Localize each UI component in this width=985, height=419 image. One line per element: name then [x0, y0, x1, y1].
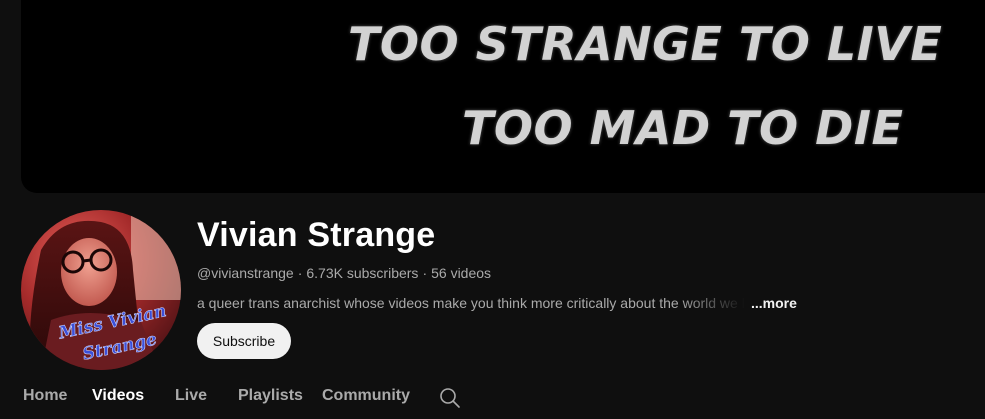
- tab-playlists[interactable]: Playlists: [238, 387, 303, 405]
- banner-text-line-1: TOO STRANGE TO LIVE: [348, 17, 943, 71]
- channel-avatar[interactable]: Miss Vivian Strange: [21, 210, 181, 370]
- avatar-image: Miss Vivian Strange: [21, 210, 181, 370]
- meta-separator: ·: [297, 265, 303, 281]
- channel-page: TOO STRANGE TO LIVE TOO MAD TO DIE Miss …: [0, 0, 985, 419]
- search-icon[interactable]: [439, 387, 461, 409]
- channel-banner: TOO STRANGE TO LIVE TOO MAD TO DIE: [21, 0, 985, 193]
- video-count: 56 videos: [431, 265, 492, 281]
- banner-text-line-2: TOO MAD TO DIE: [462, 101, 904, 155]
- meta-separator: ·: [422, 265, 428, 281]
- channel-meta: @vivianstrange · 6.73K subscribers · 56 vide…: [197, 265, 491, 281]
- tab-home[interactable]: Home: [23, 387, 67, 405]
- channel-description[interactable]: a queer trans anarchist whose videos mak…: [197, 295, 757, 311]
- subscribe-button[interactable]: Subscribe: [197, 323, 291, 359]
- subscriber-count: 6.73K subscribers: [306, 265, 419, 281]
- tab-live[interactable]: Live: [175, 387, 207, 405]
- channel-description-text: a queer trans anarchist whose videos mak…: [197, 295, 745, 311]
- tab-videos[interactable]: Videos: [92, 387, 144, 405]
- channel-name: Vivian Strange: [197, 216, 436, 254]
- tab-community[interactable]: Community: [322, 387, 410, 405]
- description-more-link[interactable]: ...more: [751, 295, 797, 311]
- channel-handle: @vivianstrange: [197, 265, 294, 281]
